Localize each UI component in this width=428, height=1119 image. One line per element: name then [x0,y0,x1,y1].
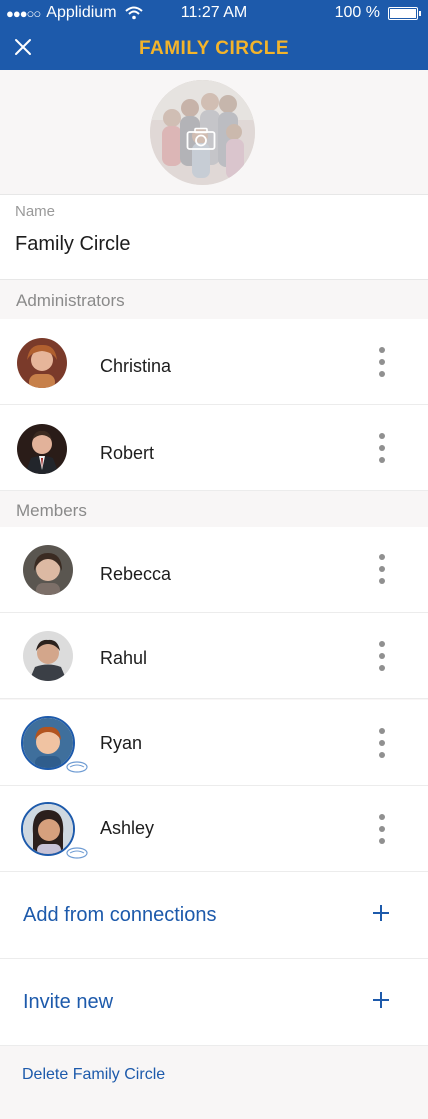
avatar [23,545,73,595]
avatar [23,631,73,681]
member-name: Rahul [100,648,148,668]
member-name: Ashley [100,818,155,838]
child-account-icon [66,847,88,859]
member-row-ashley[interactable]: Ashley [0,786,428,872]
invite-new-button[interactable]: Invite new [0,959,428,1046]
avatar [17,424,67,474]
members-heading: Members [0,492,428,526]
battery-percent: 100 % [334,4,380,21]
member-row-ryan[interactable]: Ryan [0,700,428,786]
administrators-heading: Administrators [0,281,428,318]
more-vertical-icon[interactable] [374,554,390,586]
page-title: FAMILY CIRCLE [138,38,290,59]
child-account-icon [66,761,88,773]
group-name-field[interactable]: Name Family Circle [0,194,428,280]
name-label: Name [15,203,56,220]
member-name: Christina [100,356,172,376]
plus-icon [373,992,389,1008]
more-vertical-icon[interactable] [374,641,390,673]
plus-icon [373,905,389,921]
add-from-connections-button[interactable]: Add from connections [0,872,428,959]
member-name: Robert [100,443,155,463]
avatar [17,338,67,388]
group-photo-area [0,70,428,194]
more-vertical-icon[interactable] [374,814,390,846]
status-bar: ●●●○○ Applidium 11:27 AM 100 % [0,0,428,26]
admin-row-robert[interactable]: Robert [0,405,428,491]
member-row-rebecca[interactable]: Rebecca [0,527,428,613]
more-vertical-icon[interactable] [374,728,390,760]
admin-row-christina[interactable]: Christina [0,319,428,405]
more-vertical-icon[interactable] [374,347,390,379]
top-nav-bar: ●●●○○ Applidium 11:27 AM 100 % FAMILY CI… [0,0,428,70]
member-row-rahul[interactable]: Rahul [0,613,428,699]
camera-icon [186,127,216,150]
battery-icon [388,6,421,20]
status-right: 100 % [334,4,421,22]
invite-new-label: Invite new [23,991,114,1013]
add-from-connections-label: Add from connections [23,904,217,926]
member-name: Ryan [100,733,143,753]
member-name: Rebecca [100,564,172,584]
delete-family-circle-link[interactable]: Delete Family Circle [22,1066,165,1084]
more-vertical-icon[interactable] [374,433,390,465]
name-value[interactable]: Family Circle [15,233,131,256]
